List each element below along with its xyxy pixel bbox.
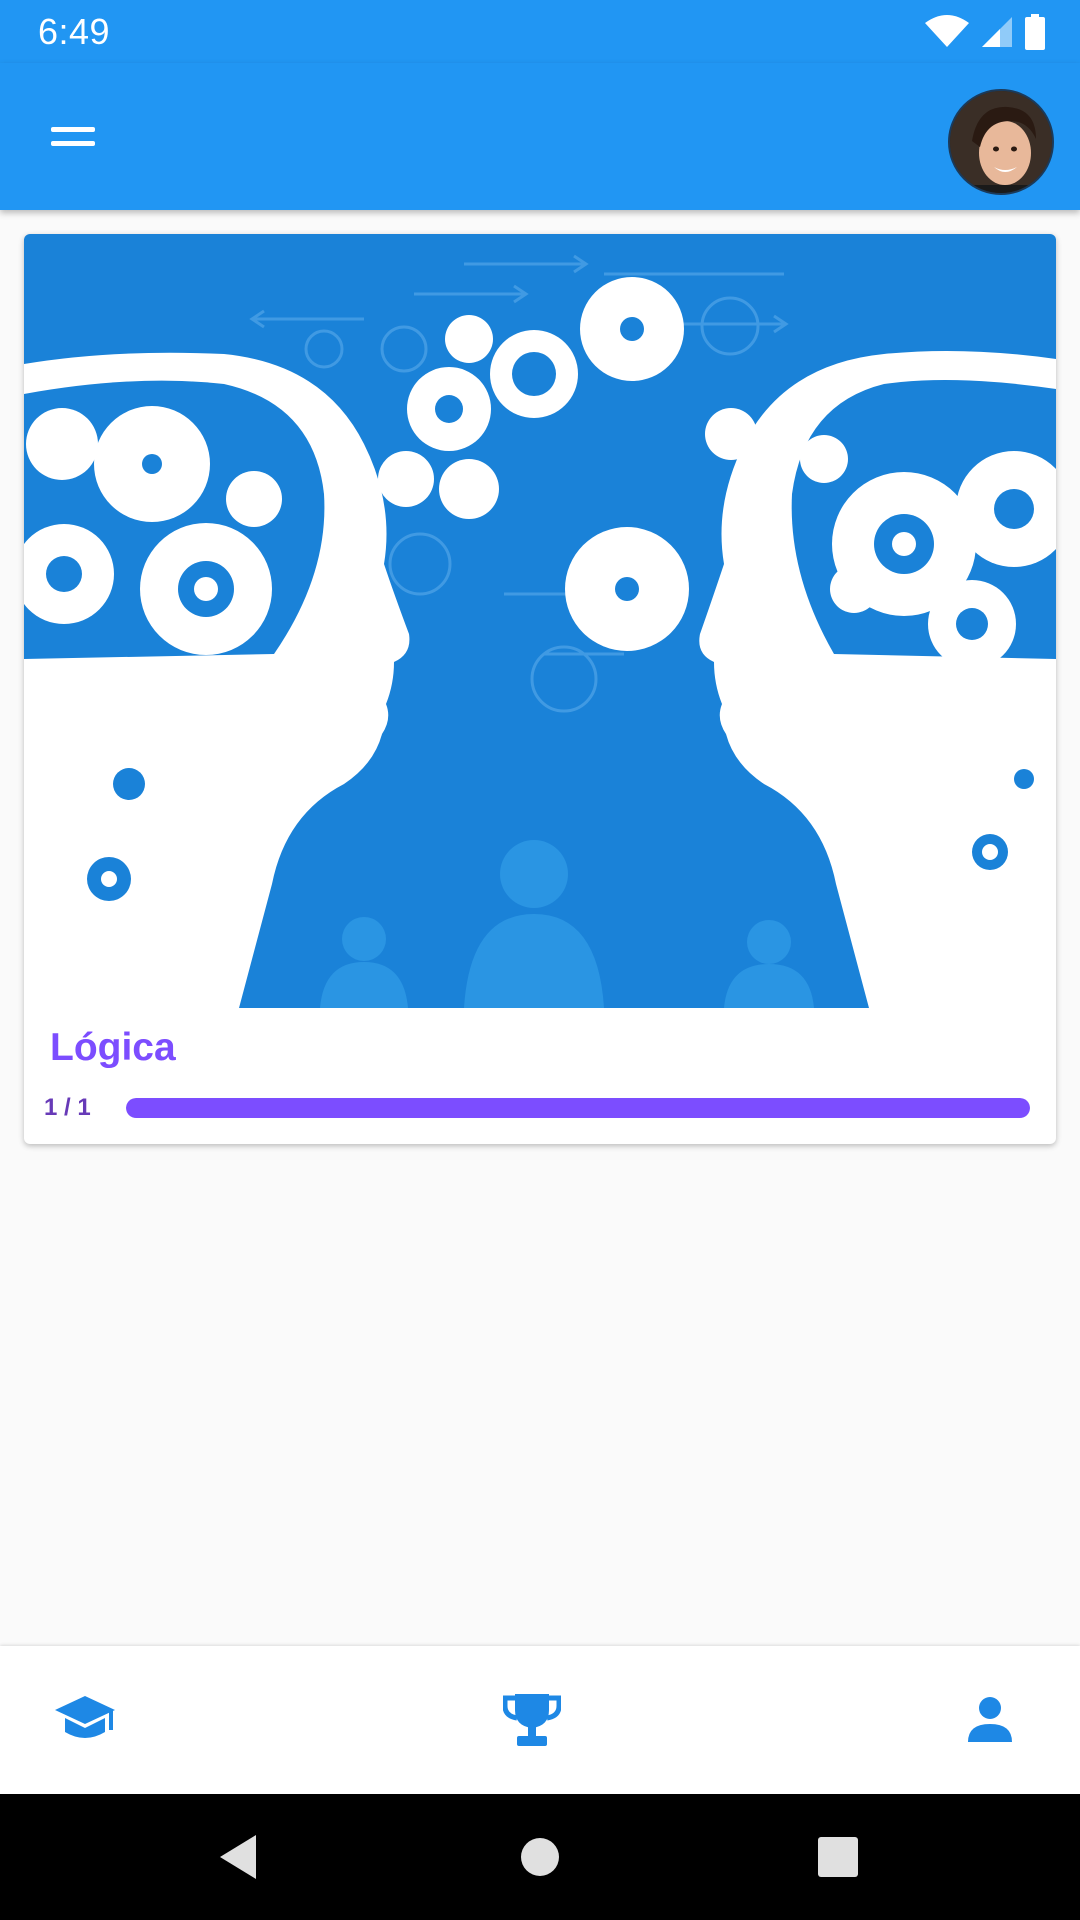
course-image [24,234,1056,1008]
home-button[interactable] [502,1819,578,1895]
recents-button[interactable] [800,1819,876,1895]
course-title: Lógica [50,1026,176,1069]
nav-item-courses[interactable] [25,1646,145,1794]
status-icons [924,13,1046,50]
hamburger-menu-line [51,140,95,146]
trophy-icon [503,1694,561,1746]
person-icon [968,1697,1012,1742]
nav-item-profile[interactable] [930,1646,1050,1794]
back-icon [220,1835,256,1879]
nav-item-achievements[interactable] [472,1646,592,1794]
signal-icon [982,16,1012,47]
menu-button[interactable] [34,101,112,171]
status-time: 6:49 [38,10,111,52]
progress-bar [126,1098,1030,1118]
app-bar [0,63,1080,210]
profile-avatar-image [950,91,1052,193]
back-button[interactable] [200,1819,276,1895]
bottom-navigation [0,1646,1080,1794]
battery-icon [1025,13,1045,50]
hamburger-menu-icon [51,126,95,132]
course-card[interactable]: Lógica 1 / 1 [24,234,1056,1144]
wifi-icon [925,14,969,47]
recents-icon [818,1837,858,1877]
progress-fill [126,1098,1030,1118]
system-navigation-bar [0,1794,1080,1920]
avatar[interactable] [948,89,1054,195]
app-screen: 6:49 Lógica 1 / 1 [0,0,1080,1920]
home-icon [521,1838,559,1876]
progress-label: 1 / 1 [44,1094,91,1121]
graduation-cap-icon [55,1696,115,1738]
status-bar: 6:49 [0,0,1080,63]
